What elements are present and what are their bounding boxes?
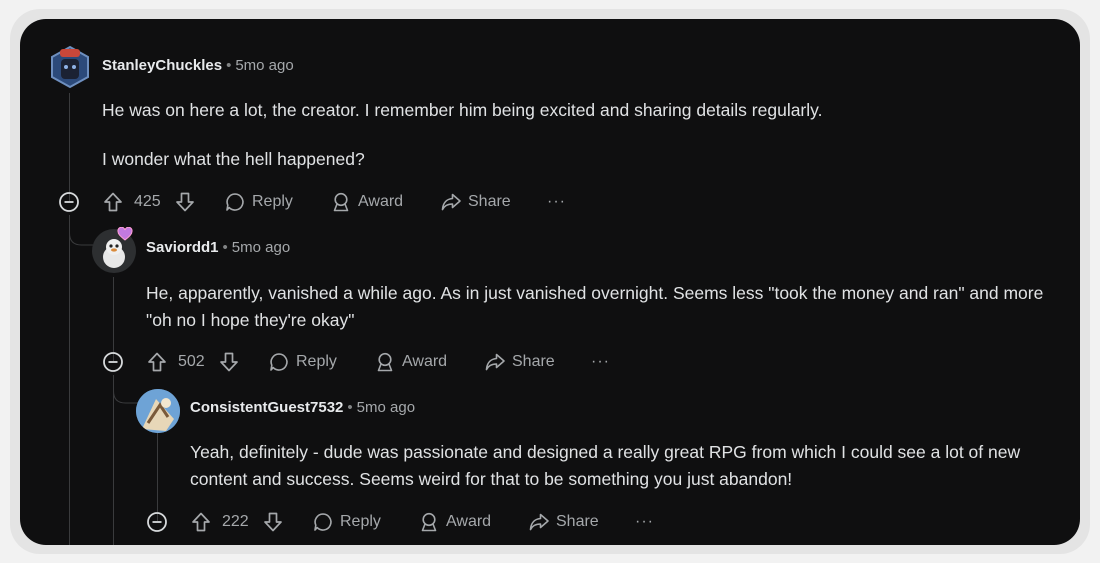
upvote-button[interactable] <box>146 350 168 374</box>
comment-paragraph: I wonder what the hell happened? <box>102 149 365 169</box>
comment-3-body: Yeah, definitely - dude was passionate a… <box>190 439 1050 493</box>
timestamp-link[interactable]: 5mo ago <box>357 399 415 416</box>
share-arrow-icon <box>485 353 505 371</box>
award-button[interactable]: Award <box>330 190 403 214</box>
award-button[interactable]: Award <box>418 510 491 534</box>
collapse-minus-icon <box>59 192 79 212</box>
thread-line-1[interactable] <box>69 93 70 201</box>
comment-2-meta: Saviordd1 • 5mo ago <box>146 239 290 256</box>
downvote-arrow-icon <box>264 512 282 532</box>
collapse-button[interactable] <box>102 350 124 374</box>
downvote-arrow-icon <box>220 352 238 372</box>
downvote-button[interactable] <box>174 190 196 214</box>
reply-bubble-icon <box>270 353 288 371</box>
downvote-arrow-icon <box>176 192 194 212</box>
share-button[interactable]: Share <box>440 190 511 214</box>
share-button[interactable]: Share <box>528 510 599 534</box>
thread-line-3[interactable] <box>157 433 158 521</box>
award-medal-icon <box>333 192 349 212</box>
award-label: Award <box>402 353 448 370</box>
reply-label: Reply <box>296 353 337 370</box>
reply-bubble-icon <box>226 193 244 211</box>
comment-2-body: He, apparently, vanished a while ago. As… <box>146 280 1056 334</box>
more-options-button[interactable]: ··· <box>547 190 566 214</box>
comment-1-meta: StanleyChuckles • 5mo ago <box>102 57 294 74</box>
comment-paragraph: He was on here a lot, the creator. I rem… <box>102 100 823 120</box>
award-medal-icon <box>421 512 437 532</box>
meta-separator: • <box>347 399 353 416</box>
reply-button[interactable]: Reply <box>312 510 381 534</box>
more-options-button[interactable]: ··· <box>591 350 610 374</box>
downvote-button[interactable] <box>262 510 284 534</box>
award-label: Award <box>358 193 404 210</box>
more-options-button[interactable]: ··· <box>635 510 654 534</box>
comment-paragraph: He, apparently, vanished a while ago. As… <box>146 283 1044 330</box>
collapse-button[interactable] <box>146 510 168 534</box>
avatar-stanleychuckles[interactable] <box>48 45 92 89</box>
timestamp-link[interactable]: 5mo ago <box>235 57 293 74</box>
collapse-button[interactable] <box>58 190 80 214</box>
award-medal-icon <box>377 352 393 372</box>
comment-3-actions: 222 Reply Award Share ··· <box>146 510 706 534</box>
reply-button[interactable]: Reply <box>224 190 293 214</box>
meta-separator: • <box>226 57 232 74</box>
reply-label: Reply <box>252 193 293 210</box>
collapse-minus-icon <box>103 352 123 372</box>
reply-label: Reply <box>340 513 381 530</box>
share-arrow-icon <box>529 513 549 531</box>
comment-3-meta: ConsistentGuest7532 • 5mo ago <box>190 399 415 416</box>
reply-bubble-icon <box>314 513 332 531</box>
award-button[interactable]: Award <box>374 350 447 374</box>
vote-count: 502 <box>178 353 205 370</box>
avatar-heart-icon <box>117 226 133 246</box>
vote-count: 425 <box>134 193 161 210</box>
comment-paragraph: Yeah, definitely - dude was passionate a… <box>190 442 1021 489</box>
comment-thread-panel: StanleyChuckles • 5mo ago He was on here a… <box>20 19 1080 545</box>
vote-count: 222 <box>222 513 249 530</box>
share-label: Share <box>556 513 599 530</box>
collapse-minus-icon <box>147 512 167 532</box>
upvote-button[interactable] <box>190 510 212 534</box>
upvote-button[interactable] <box>102 190 124 214</box>
thread-line-2[interactable] <box>113 277 114 361</box>
upvote-arrow-icon <box>148 352 166 372</box>
timestamp-link[interactable]: 5mo ago <box>232 239 290 256</box>
meta-separator: • <box>222 239 228 256</box>
username-link[interactable]: StanleyChuckles <box>102 57 222 74</box>
share-button[interactable]: Share <box>484 350 555 374</box>
username-link[interactable]: ConsistentGuest7532 <box>190 399 343 416</box>
avatar-consistentguest7532[interactable] <box>136 389 180 433</box>
comment-1-body: He was on here a lot, the creator. I rem… <box>102 97 1042 173</box>
username-link[interactable]: Saviordd1 <box>146 239 219 256</box>
comment-2-actions: 502 Reply Award Share ··· <box>102 350 662 374</box>
thread-line-1-continued[interactable] <box>69 215 70 545</box>
share-arrow-icon <box>441 193 461 211</box>
share-label: Share <box>512 353 555 370</box>
upvote-arrow-icon <box>192 512 210 532</box>
comment-1-actions: 425 Reply Award Share ··· <box>58 190 618 214</box>
award-label: Award <box>446 513 492 530</box>
downvote-button[interactable] <box>218 350 240 374</box>
upvote-arrow-icon <box>104 192 122 212</box>
reply-button[interactable]: Reply <box>268 350 337 374</box>
share-label: Share <box>468 193 511 210</box>
